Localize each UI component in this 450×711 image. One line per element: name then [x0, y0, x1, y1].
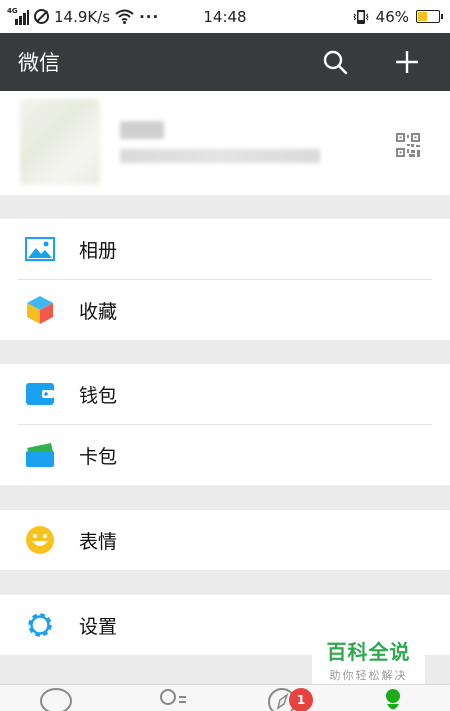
- menu-group-wallet-cards: 钱包 卡包: [0, 364, 450, 485]
- avatar[interactable]: [20, 99, 100, 185]
- photo-album-icon: [24, 233, 56, 265]
- me-person-icon: [386, 689, 400, 710]
- menu-group-album-favorites: 相册 收藏: [0, 219, 450, 340]
- tab-me[interactable]: [373, 687, 413, 711]
- wechat-id-redacted: [120, 149, 320, 163]
- app-bar: 微信: [0, 33, 450, 91]
- menu-item-wallet[interactable]: 钱包: [0, 364, 450, 424]
- menu-item-settings-label: 设置: [79, 615, 118, 638]
- search-icon: [323, 50, 348, 75]
- menu-item-favorites-label: 收藏: [79, 300, 118, 323]
- vibrate-icon: [352, 9, 369, 24]
- menu-item-album-label: 相册: [79, 239, 118, 262]
- battery-percent: 46%: [375, 7, 409, 26]
- menu-item-album[interactable]: 相册: [0, 219, 450, 279]
- menu-item-favorites[interactable]: 收藏: [0, 280, 450, 340]
- profile-card[interactable]: [0, 91, 450, 195]
- watermark-title: 百科全说: [326, 639, 411, 664]
- sticker-smiley-icon: [24, 524, 56, 556]
- card-pack-icon: [24, 439, 56, 471]
- menu-group-stickers: 表情: [0, 510, 450, 570]
- battery-fill: [418, 12, 428, 21]
- search-button[interactable]: [317, 44, 353, 80]
- menu-item-stickers-label: 表情: [79, 530, 118, 553]
- bottom-nav: [0, 684, 450, 711]
- settings-gear-icon: [24, 609, 56, 641]
- contacts-icon: [160, 689, 186, 705]
- app-title: 微信: [18, 51, 60, 75]
- watermark-subtitle: 助你轻松解决: [329, 668, 408, 682]
- menu-item-card-pack[interactable]: 卡包: [0, 425, 450, 485]
- nickname-redacted: [120, 121, 164, 139]
- tab-chats[interactable]: [36, 687, 76, 711]
- tab-contacts[interactable]: [152, 687, 192, 711]
- chat-icon: [40, 688, 72, 711]
- status-bar: 4G 14.9K/s ··· 14:48 46%: [0, 0, 450, 33]
- favorites-cube-icon: [24, 294, 56, 326]
- discover-notification-badge: 1: [289, 688, 313, 711]
- status-right: 46%: [352, 0, 443, 33]
- menu-item-stickers[interactable]: 表情: [0, 510, 450, 570]
- battery-icon: [416, 10, 443, 23]
- watermark: 百科全说 助你轻松解决: [312, 633, 425, 685]
- add-button[interactable]: [389, 44, 425, 80]
- plus-icon: [396, 51, 418, 73]
- menu-item-wallet-label: 钱包: [79, 384, 118, 407]
- wallet-icon: [24, 378, 56, 410]
- menu-item-card-pack-label: 卡包: [79, 445, 118, 468]
- qr-code-icon[interactable]: [396, 133, 420, 157]
